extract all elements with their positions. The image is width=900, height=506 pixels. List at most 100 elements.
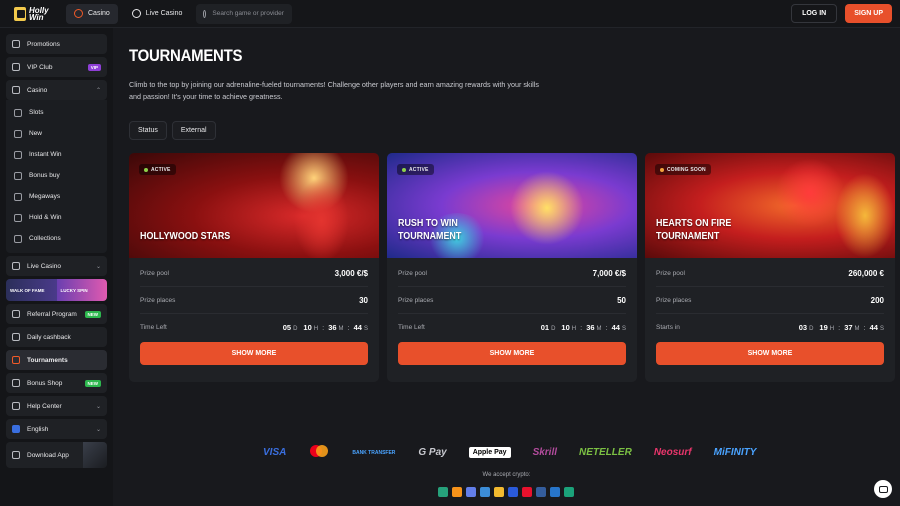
live-chat-button[interactable]: [874, 480, 892, 498]
filter-bar: Status External: [129, 121, 216, 140]
main-content: TOURNAMENT S Climb to the top by joining …: [113, 28, 900, 506]
external-filter[interactable]: External: [171, 121, 216, 140]
promo-banners: WALK OF FAME LUCKY SPIN: [6, 279, 107, 301]
sidebar-item-instant-win[interactable]: Instant Win: [6, 144, 107, 165]
status-dot-icon: [144, 167, 148, 172]
crypto-coin-icon: [480, 487, 490, 497]
search-input[interactable]: [212, 10, 293, 17]
slots-icon: [14, 108, 22, 117]
tournament-banner-image[interactable]: COMING SOON HEARTS ON FIRE TOURNAMENT: [645, 153, 895, 258]
tournament-name: RUSH TO WIN TOURNAMENT: [398, 217, 461, 243]
countdown-minutes: 36: [586, 323, 595, 332]
language-selector[interactable]: English ⌄: [6, 419, 107, 439]
sidebar-item-hold-win[interactable]: Hold & Win: [6, 207, 107, 228]
status-filter[interactable]: Status: [129, 121, 167, 140]
crypto-coin-icon: [494, 487, 504, 497]
vip-badge: VIP: [87, 63, 101, 71]
casino-submenu: Slots New Instant Win Bonus buy Megaways…: [6, 100, 107, 253]
countdown-minutes: 36: [328, 323, 337, 332]
payment-logo: MiFINITY: [713, 447, 757, 458]
search-box[interactable]: [196, 3, 293, 24]
nav-casino[interactable]: Casino: [66, 3, 118, 24]
help-icon: [12, 402, 20, 410]
countdown-row: Starts in 03 D 19 H: 37 M: 44 S: [656, 314, 884, 341]
status-label: COMING SOON: [667, 166, 706, 173]
prize-places-row: Prize places 30: [140, 287, 368, 314]
countdown-hours: 10: [303, 323, 312, 332]
minutes-unit: M: [854, 326, 860, 332]
countdown-timer: 01 D 10 H: 36 M: 44 S: [541, 323, 626, 332]
sidebar-item-bonus-buy[interactable]: Bonus buy: [6, 165, 107, 186]
seconds-unit: S: [621, 326, 626, 332]
payment-logo: NETELLER: [579, 447, 632, 458]
prize-places-value: 50: [617, 295, 626, 305]
brand-logo[interactable]: Holly Win: [0, 0, 60, 28]
hours-unit: H: [829, 326, 835, 332]
sidebar-item-slots[interactable]: Slots: [6, 102, 107, 123]
download-app-banner[interactable]: Download App: [6, 442, 107, 468]
prize-places-value: 200: [870, 295, 884, 305]
prize-pool-row: Prize pool 260,000 €: [656, 260, 884, 287]
nav-casino-label: Casino: [88, 10, 110, 17]
casino-icon: [74, 9, 83, 18]
nav-live-casino[interactable]: Live Casino: [124, 4, 191, 24]
countdown-label: Time Left: [398, 324, 425, 331]
hours-unit: H: [571, 326, 577, 332]
walk-of-fame-banner[interactable]: WALK OF FAME: [6, 279, 57, 301]
sidebar-item-vip-club[interactable]: VIP Club VIP: [6, 57, 107, 77]
tournament-banner-image[interactable]: ACTIVE RUSH TO WIN TOURNAMENT: [387, 153, 637, 258]
sidebar-item-megaways[interactable]: Megaways: [6, 186, 107, 207]
crypto-coin-icon: [550, 487, 560, 497]
prize-pool-row: Prize pool 7,000 €/$: [398, 260, 626, 287]
prize-pool-value: 7,000 €/$: [592, 268, 626, 278]
seconds-unit: S: [363, 326, 368, 332]
sidebar-item-referral[interactable]: Referral Program NEW: [6, 304, 107, 324]
countdown-label: Time Left: [140, 324, 167, 331]
sidebar-item-bonus-shop[interactable]: Bonus Shop NEW: [6, 373, 107, 393]
cart-icon: [14, 171, 22, 180]
separator: :: [863, 323, 866, 332]
tournament-name: HOLLYWOOD STARS: [140, 230, 230, 243]
show-more-button[interactable]: SHOW MORE: [656, 342, 884, 365]
sidebar-item-casino[interactable]: Casino ⌃: [6, 80, 107, 100]
login-button[interactable]: LOG IN: [791, 4, 838, 23]
sidebar-item-tournaments[interactable]: Tournaments: [6, 350, 107, 370]
tournament-card: COMING SOON HEARTS ON FIRE TOURNAMENT Pri…: [645, 153, 895, 382]
tournament-name-line1: RUSH TO WIN: [398, 217, 458, 229]
sidebar-item-help-center[interactable]: Help Center ⌄: [6, 396, 107, 416]
status-dot-icon: [402, 167, 406, 172]
page-description: Climb to the top by joining our adrenali…: [129, 80, 539, 101]
sidebar-item-label: VIP Club: [27, 63, 53, 71]
tournament-name: HEARTS ON FIRE TOURNAMENT: [656, 217, 731, 243]
sidebar-item-collections[interactable]: Collections: [6, 228, 107, 249]
sidebar-item-label: Slots: [29, 109, 44, 116]
sidebar-item-new[interactable]: New: [6, 123, 107, 144]
days-unit: D: [551, 326, 556, 332]
new-badge: NEW: [84, 310, 101, 318]
tournament-name-line2: TOURNAMENT: [398, 230, 462, 242]
sidebar-item-label: Bonus buy: [29, 172, 60, 179]
crypto-label: We accept crypto:: [482, 472, 531, 478]
sidebar-item-label: Casino: [27, 86, 48, 94]
chevron-down-icon: ⌄: [95, 426, 101, 433]
sidebar-item-label: Megaways: [29, 193, 61, 200]
lucky-spin-banner[interactable]: LUCKY SPIN: [56, 279, 107, 301]
sidebar-item-label: Bonus Shop: [27, 379, 63, 387]
sidebar-item-cashback[interactable]: Daily cashback: [6, 327, 107, 347]
prize-pool-value: 3,000 €/$: [334, 268, 368, 278]
chevron-down-icon: ⌄: [95, 263, 101, 270]
show-more-button[interactable]: SHOW MORE: [140, 342, 368, 365]
tournament-banner-image[interactable]: ACTIVE HOLLYWOOD STARS: [129, 153, 379, 258]
sidebar-item-live-casino[interactable]: Live Casino ⌄: [6, 256, 107, 276]
signup-button[interactable]: SIGN UP: [845, 4, 892, 23]
show-more-button[interactable]: SHOW MORE: [398, 342, 626, 365]
sidebar-item-label: Collections: [29, 235, 61, 242]
mastercard-icon: [308, 444, 330, 461]
countdown-seconds: 44: [869, 323, 878, 332]
phone-image: [83, 442, 107, 468]
sidebar-item-promotions[interactable]: Promotions: [6, 34, 107, 54]
prize-places-label: Prize places: [140, 296, 176, 304]
live-dealer-icon: [12, 262, 20, 270]
new-icon: [14, 129, 22, 138]
grid-icon: [14, 234, 22, 243]
